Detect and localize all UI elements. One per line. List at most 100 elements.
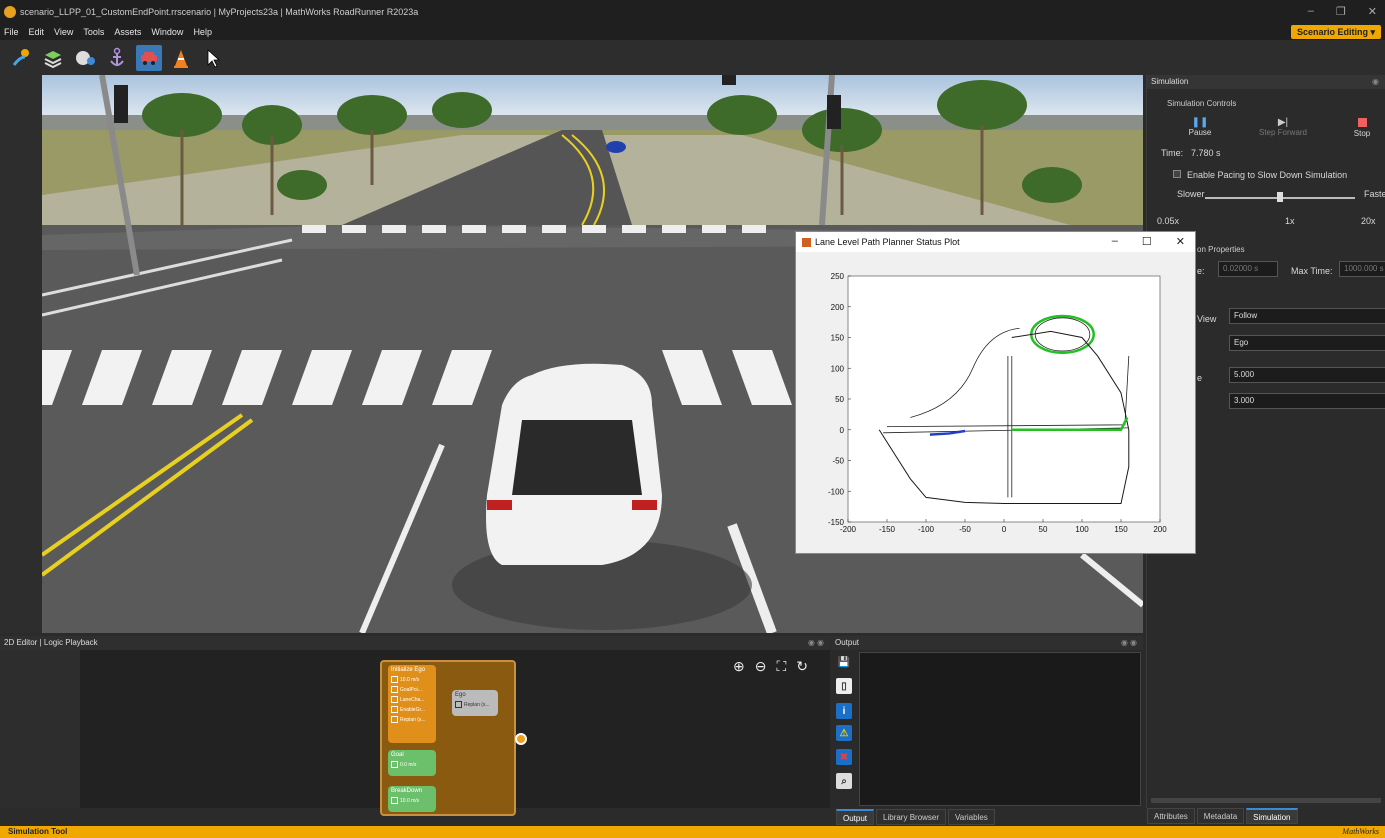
error-filter-icon[interactable]: ✖ — [836, 749, 852, 765]
cone-tool-icon[interactable] — [168, 45, 194, 71]
output-title: Output — [835, 638, 860, 647]
status-bar: Simulation Tool MathWorks — [0, 826, 1385, 838]
logic-editor-panel: 2D Editor | Logic Playback ◉ ◉ ⊕ ⊖ ⛶ ↻ In… — [0, 636, 830, 816]
menu-tools[interactable]: Tools — [83, 27, 104, 37]
menu-window[interactable]: Window — [151, 27, 183, 37]
editor-title: 2D Editor | Logic Playback — [4, 638, 98, 647]
y-tick-label: 250 — [831, 272, 845, 281]
close-button[interactable]: ✕ — [1368, 5, 1377, 18]
warning-filter-icon[interactable]: ⚠ — [836, 725, 852, 741]
bottom-tabs: Output Library Browser Variables — [836, 809, 995, 825]
y-tick-label: -50 — [832, 457, 844, 466]
menu-bar: File Edit View Tools Assets Window Help — [0, 24, 1385, 40]
x-tick-label: 50 — [1039, 525, 1048, 534]
x-tick-label: 200 — [1153, 525, 1167, 534]
mode-dropdown[interactable]: Scenario Editing ▾ — [1290, 25, 1381, 39]
pacing-label: Enable Pacing to Slow Down Simulation — [1187, 170, 1348, 180]
max-time-field[interactable]: 1000.000 s — [1339, 261, 1385, 277]
title-bar: scenario_LLPP_01_CustomEndPoint.rrscenar… — [0, 0, 1385, 24]
pause-button[interactable]: ❚❚ Pause — [1182, 117, 1218, 137]
pause-icon: ❚❚ — [1191, 117, 1209, 128]
maximize-button[interactable]: ❐ — [1336, 5, 1346, 18]
pacing-slider-thumb[interactable] — [1277, 192, 1283, 202]
plot-close-button[interactable]: ✕ — [1176, 235, 1185, 248]
save-log-icon[interactable]: 💾 — [836, 654, 852, 670]
properties-group: on Properties — [1197, 245, 1245, 254]
speed-max: 20x — [1361, 216, 1376, 226]
menu-edit[interactable]: Edit — [29, 27, 45, 37]
mode-label: Scenario Editing — [1296, 27, 1368, 37]
tab-simulation[interactable]: Simulation — [1246, 808, 1298, 824]
layers-tool-icon[interactable] — [40, 45, 66, 71]
distance-label: e — [1197, 373, 1203, 383]
select-pointer-icon[interactable] — [200, 45, 226, 71]
step-forward-button[interactable]: ▶| Step Forward — [1255, 117, 1311, 137]
y-tick-label: -150 — [828, 518, 845, 527]
plot-window-titlebar: Lane Level Path Planner Status Plot – ☐ … — [796, 232, 1195, 252]
route-tool-icon[interactable] — [8, 45, 34, 71]
output-panel: Output ◉ ◉ — [831, 636, 1143, 808]
minimize-button[interactable]: – — [1308, 5, 1314, 18]
goal-block[interactable]: Goal 0.0 m/s — [388, 750, 436, 776]
x-tick-label: -100 — [918, 525, 935, 534]
max-time-label: Max Time: — [1291, 266, 1333, 276]
menu-help[interactable]: Help — [193, 27, 212, 37]
plot-minimize-button[interactable]: – — [1112, 235, 1118, 248]
vehicle-tool-icon[interactable] — [136, 44, 162, 71]
plot-maximize-button[interactable]: ☐ — [1142, 235, 1152, 248]
logic-tool-icon[interactable] — [72, 45, 98, 71]
plot-area — [847, 275, 1161, 523]
tab-output[interactable]: Output — [836, 809, 875, 825]
roadrunner-app-icon — [4, 6, 16, 18]
menu-file[interactable]: File — [4, 27, 19, 37]
x-tick-label: 0 — [1002, 525, 1007, 534]
breakdown-block[interactable]: BreakDown 10.0 m/s — [388, 786, 436, 812]
stop-button[interactable]: Stop — [1342, 117, 1382, 138]
editor-title-bar: 2D Editor | Logic Playback ◉ ◉ — [0, 636, 830, 650]
distance-field[interactable]: 5.000 — [1229, 367, 1385, 383]
anchor-tool-icon[interactable] — [104, 45, 130, 71]
tab-attributes[interactable]: Attributes — [1147, 808, 1195, 824]
camera-actor-dropdown[interactable]: Ego — [1229, 335, 1385, 351]
tab-variables[interactable]: Variables — [948, 809, 995, 825]
tab-library-browser[interactable]: Library Browser — [876, 809, 947, 825]
faster-label: Faster — [1364, 189, 1385, 199]
y-tick-label: 50 — [835, 395, 844, 404]
output-log-area[interactable] — [859, 652, 1141, 806]
initialize-ego-block[interactable]: Initialize Ego 10.0 m/s GoalPoi... LaneC… — [388, 665, 436, 743]
zoom-in-icon[interactable]: ⊕ — [733, 658, 745, 675]
matlab-icon — [802, 237, 811, 247]
reset-view-icon[interactable]: ↻ — [796, 658, 808, 675]
status-left: Simulation Tool — [8, 827, 68, 836]
ego-block[interactable]: Ego Replan (s... — [452, 690, 498, 716]
info-filter-icon[interactable]: i — [836, 703, 852, 719]
search-log-icon[interactable]: ⌕ — [836, 773, 852, 789]
group-output-port[interactable] — [515, 733, 527, 745]
x-tick-label: 100 — [1075, 525, 1089, 534]
fit-view-icon[interactable]: ⛶ — [776, 658, 786, 675]
speed-mid: 1x — [1285, 216, 1295, 226]
y-tick-label: 100 — [831, 364, 845, 373]
height-field[interactable]: 3.000 — [1229, 393, 1385, 409]
tab-metadata[interactable]: Metadata — [1196, 808, 1245, 824]
editor-left-strip — [0, 650, 80, 808]
y-tick-label: 200 — [831, 303, 845, 312]
menu-assets[interactable]: Assets — [114, 27, 141, 37]
step-size-field[interactable]: 0.02000 s — [1218, 261, 1278, 277]
stop-icon — [1357, 118, 1367, 127]
slower-label: Slower — [1177, 189, 1205, 199]
camera-view-dropdown[interactable]: Follow — [1229, 308, 1385, 324]
pacing-checkbox[interactable] — [1173, 170, 1181, 178]
path-planner-plot-window[interactable]: Lane Level Path Planner Status Plot – ☐ … — [795, 231, 1196, 554]
simulation-controls-group: Simulation Controls — [1167, 99, 1237, 108]
step-size-label: e: — [1197, 266, 1205, 276]
output-title-bar: Output ◉ ◉ — [831, 636, 1143, 650]
menu-view[interactable]: View — [54, 27, 73, 37]
left-tool-strip — [0, 75, 42, 633]
window-title: scenario_LLPP_01_CustomEndPoint.rrscenar… — [20, 7, 419, 17]
horizontal-scrollbar[interactable] — [1151, 798, 1381, 803]
y-tick-label: 150 — [831, 334, 845, 343]
speed-min: 0.05x — [1157, 216, 1180, 226]
clear-log-icon[interactable]: ▯ — [836, 678, 852, 694]
zoom-out-icon[interactable]: ⊖ — [755, 658, 767, 675]
